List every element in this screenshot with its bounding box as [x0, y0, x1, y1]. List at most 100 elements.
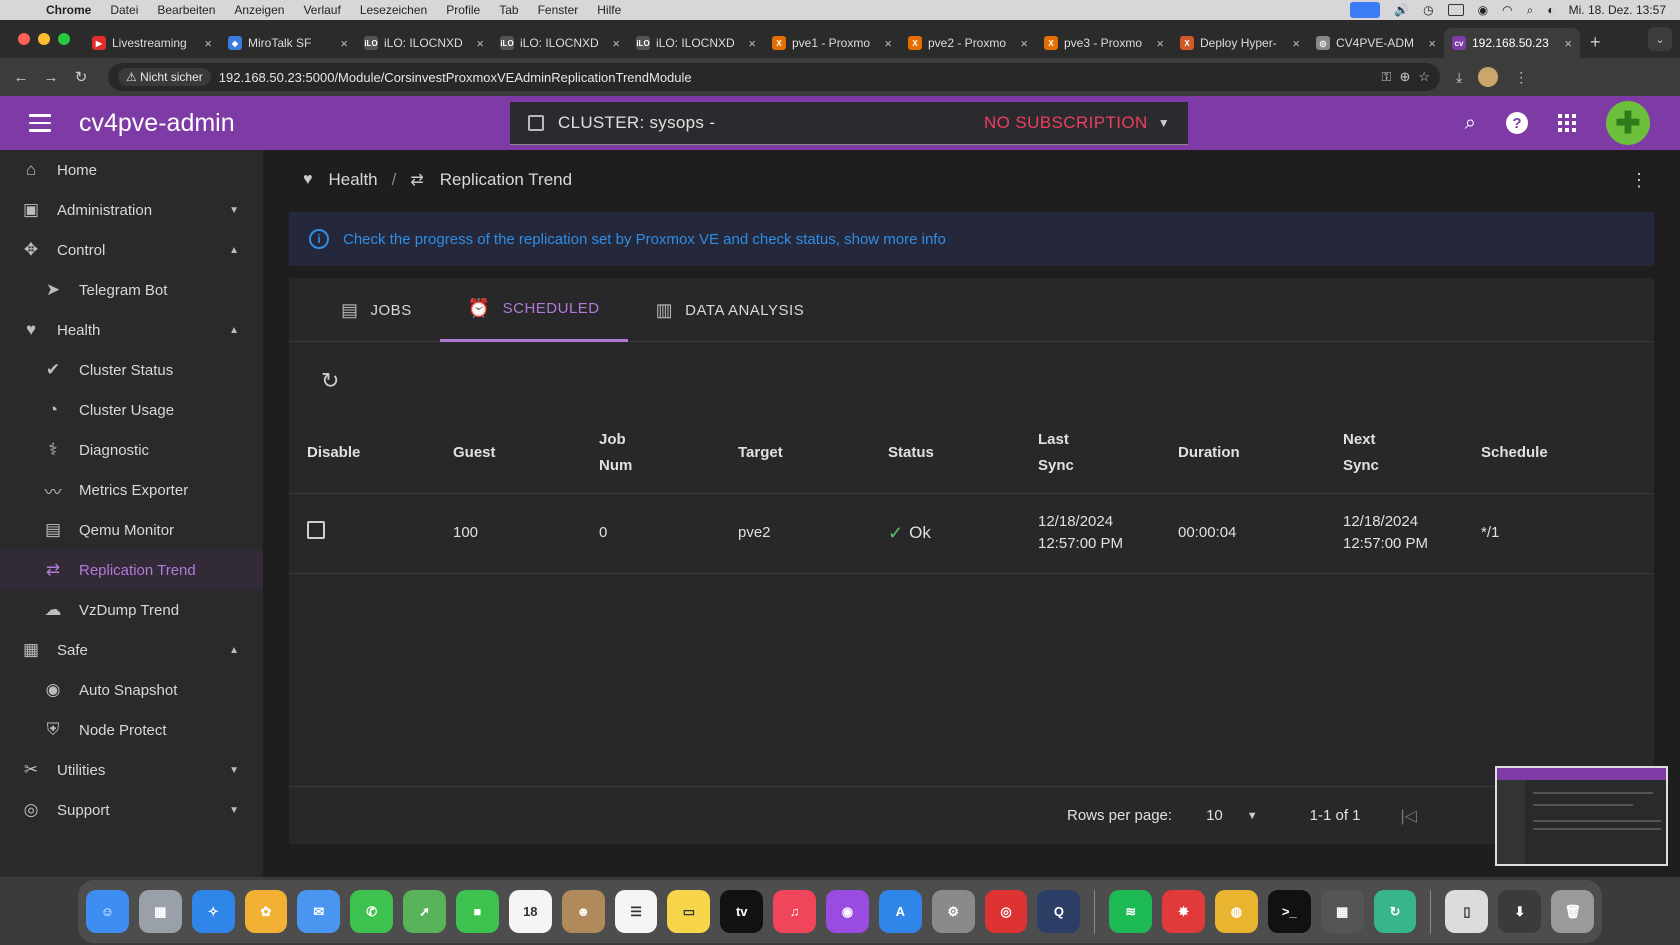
sidebar-item-administration[interactable]: ▣ Administration ▼ — [0, 190, 263, 230]
menu-item-bookmarks[interactable]: Lesezeichen — [360, 3, 427, 17]
volume-icon[interactable]: 🔊 — [1394, 3, 1409, 17]
tab-jobs[interactable]: ▤ JOBS — [313, 278, 440, 342]
tab-search-button[interactable]: ⌄ — [1648, 27, 1672, 51]
browser-tab[interactable]: ▶ Livestreaming × — [84, 28, 220, 58]
user-icon[interactable]: ◉ — [1478, 3, 1488, 17]
sidebar-item-health[interactable]: ♥ Health ▲ — [0, 310, 263, 350]
col-status[interactable]: Status — [888, 413, 1038, 494]
dock-app-safari-icon[interactable]: ✧ — [191, 890, 235, 933]
menu-app-name[interactable]: Chrome — [46, 3, 91, 17]
wifi-icon[interactable]: ◠ — [1502, 3, 1512, 17]
menubar-clock[interactable]: Mi. 18. Dez. 13:57 — [1569, 3, 1666, 17]
browser-tab[interactable]: cv 192.168.50.23 × — [1444, 28, 1580, 58]
dock-app-downloads-icon[interactable]: ⬇ — [1498, 890, 1542, 933]
chevron-up-icon[interactable]: ▲ — [229, 325, 239, 336]
dock-app-music-icon[interactable]: ♫ — [773, 890, 817, 933]
dock-app-contacts-icon[interactable]: ☻ — [561, 890, 605, 933]
zoom-icon[interactable]: ⊕ — [1399, 69, 1410, 85]
browser-tab[interactable]: iLO iLO: ILOCNXD × — [356, 28, 492, 58]
control-center-icon[interactable]: ◐ — [1547, 3, 1554, 17]
menu-item-help[interactable]: Hilfe — [597, 3, 621, 17]
menu-item-profiles[interactable]: Profile — [446, 3, 480, 17]
sidebar-item-cluster-usage[interactable]: ◔ Cluster Usage — [0, 390, 263, 430]
screen-mirroring-icon[interactable] — [1350, 2, 1381, 18]
menu-item-tab[interactable]: Tab — [499, 3, 518, 17]
sidebar-item-utilities[interactable]: ✂ Utilities ▼ — [0, 750, 263, 790]
spotlight-icon[interactable]: ⌕ — [1527, 3, 1534, 18]
dock-app-reminders-icon[interactable]: ☰ — [614, 890, 658, 933]
browser-tab[interactable]: ◎ CV4PVE-ADM × — [1308, 28, 1444, 58]
address-bar[interactable]: ⚠ Nicht sicher 192.168.50.23:5000/Module… — [108, 63, 1440, 91]
dock-app-podcasts-icon[interactable]: ◉ — [826, 890, 869, 933]
tab-data-analysis[interactable]: ▥ DATA ANALYSIS — [628, 278, 833, 342]
apps-grid-icon[interactable] — [1558, 114, 1576, 132]
reload-icon[interactable]: ↻ — [66, 68, 96, 86]
close-window-button[interactable] — [18, 33, 30, 45]
timer-icon[interactable]: ◷ — [1423, 3, 1433, 17]
dock-app-messages-icon[interactable]: ✆ — [350, 890, 394, 933]
close-tab-icon[interactable]: × — [1156, 36, 1164, 51]
browser-tab[interactable]: iLO iLO: ILOCNXD × — [628, 28, 764, 58]
sidebar-item-cluster-status[interactable]: ✔ Cluster Status — [0, 350, 263, 390]
dock-app-facetime-icon[interactable]: ■ — [456, 890, 499, 933]
bookmark-star-icon[interactable]: ☆ — [1418, 69, 1430, 85]
col-job-num[interactable]: Job Num — [599, 413, 738, 494]
zoom-window-button[interactable] — [58, 33, 70, 45]
col-schedule[interactable]: Schedule — [1481, 413, 1654, 494]
chevron-down-icon[interactable]: ▼ — [229, 205, 239, 216]
url-text[interactable]: 192.168.50.23:5000/Module/CorsinvestProx… — [219, 70, 1374, 85]
sidebar-item-replication-trend[interactable]: ⇄ Replication Trend — [0, 550, 263, 590]
close-tab-icon[interactable]: × — [1428, 36, 1436, 51]
dock-app-maps-icon[interactable]: ➚ — [403, 890, 447, 933]
chevron-down-icon[interactable]: ▼ — [1158, 116, 1170, 130]
dock-app-notes-icon[interactable]: ▭ — [667, 890, 711, 933]
dock-app-trash-icon[interactable]: 🗑 — [1551, 890, 1595, 933]
col-target[interactable]: Target — [738, 413, 888, 494]
chevron-up-icon[interactable]: ▲ — [229, 645, 239, 656]
new-tab-button[interactable]: + — [1580, 32, 1611, 53]
disable-checkbox[interactable] — [307, 520, 325, 539]
dock-app-tv-icon[interactable]: tv — [720, 890, 764, 933]
dock-app-archive-icon[interactable]: ▯ — [1445, 890, 1489, 933]
sidebar-item-metrics-exporter[interactable]: 〰 Metrics Exporter — [0, 470, 263, 510]
tab-scheduled[interactable]: ⏰ SCHEDULED — [439, 278, 628, 342]
refresh-icon[interactable]: ↻ — [321, 368, 339, 394]
dock-app-launchpad-icon[interactable]: ▦ — [138, 890, 182, 933]
sidebar-item-telegram-bot[interactable]: ➤ Telegram Bot — [0, 270, 263, 310]
dock-app-spotify-icon[interactable]: ≋ — [1109, 890, 1153, 933]
col-duration[interactable]: Duration — [1178, 413, 1343, 494]
download-icon[interactable]: ⤓ — [1456, 69, 1462, 86]
cluster-selector[interactable]: CLUSTER: sysops - NO SUBSCRIPTION ▼ — [510, 102, 1188, 145]
help-icon[interactable]: ? — [1506, 112, 1528, 134]
browser-tab[interactable]: iLO iLO: ILOCNXD × — [492, 28, 628, 58]
dock-app-calculator-icon[interactable]: ▦ — [1320, 890, 1364, 933]
back-arrow-icon[interactable]: ← — [6, 69, 36, 86]
sidebar-item-diagnostic[interactable]: ⚕ Diagnostic — [0, 430, 263, 470]
more-options-icon[interactable]: ⋮ — [1630, 170, 1648, 191]
close-tab-icon[interactable]: × — [204, 36, 212, 51]
rows-per-page-select[interactable]: 10 ▼ — [1206, 807, 1258, 824]
dock-app-chrome-icon[interactable]: ◍ — [1215, 890, 1258, 933]
dock-app-mail-icon[interactable]: ✉ — [297, 890, 341, 933]
search-icon[interactable]: ⌕ — [1465, 112, 1476, 135]
col-disable[interactable]: Disable — [289, 413, 453, 494]
sidebar-item-qemu-monitor[interactable]: ▤ Qemu Monitor — [0, 510, 263, 550]
sidebar-item-vzdump-trend[interactable]: ☁ VzDump Trend — [0, 590, 263, 630]
col-last-sync[interactable]: Last Sync — [1038, 413, 1178, 494]
dock-app-app-store-icon[interactable]: A — [878, 890, 922, 933]
close-tab-icon[interactable]: × — [612, 36, 620, 51]
menu-item-view[interactable]: Anzeigen — [234, 3, 284, 17]
password-key-icon[interactable]: ⚿ — [1382, 69, 1392, 85]
browser-tab[interactable]: Xpve1 - Proxmo × — [764, 28, 900, 58]
sidebar-item-safe[interactable]: ▦ Safe ▲ — [0, 630, 263, 670]
close-tab-icon[interactable]: × — [1564, 36, 1572, 51]
profile-avatar[interactable] — [1478, 67, 1499, 87]
menu-item-edit[interactable]: Bearbeiten — [157, 3, 215, 17]
col-next-sync[interactable]: Next Sync — [1343, 413, 1481, 494]
dock-app-tweak-icon[interactable]: ✸ — [1162, 890, 1206, 933]
menu-item-file[interactable]: Datei — [110, 3, 138, 17]
hamburger-menu-icon[interactable] — [29, 114, 51, 132]
browser-tab[interactable]: X Deploy Hyper- × — [1172, 28, 1308, 58]
browser-tab[interactable]: Xpve3 - Proxmo × — [1036, 28, 1172, 58]
user-avatar[interactable]: ✚ — [1606, 101, 1650, 145]
